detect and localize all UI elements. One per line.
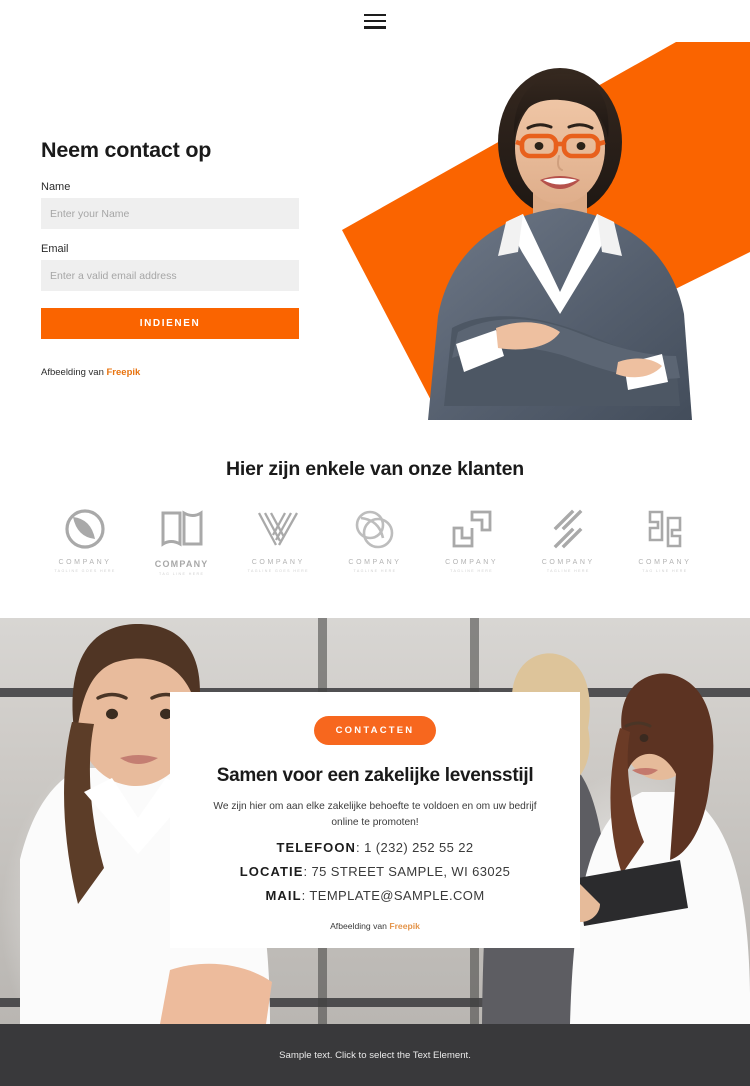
contact-photo-section: CONTACTEN Samen voor een zakelijke leven… <box>0 618 750 1024</box>
client-logo-4-tagline: TAGLINE HERE <box>353 569 397 573</box>
card-credit-link[interactable]: Freepik <box>389 921 420 931</box>
client-logo-2[interactable]: COMPANY TAG LINE HERE <box>139 507 225 576</box>
hero-credit-prefix: Afbeelding van <box>41 367 107 378</box>
two-squares-brackets-icon <box>450 507 494 551</box>
client-logo-5-name: COMPANY <box>445 559 499 566</box>
telefoon-line: TELEFOON: 1 (232) 252 55 22 <box>170 840 580 855</box>
locatie-value: 75 STREET SAMPLE, WI 63025 <box>311 863 511 879</box>
telefoon-value: 1 (232) 252 55 22 <box>364 839 474 855</box>
client-logo-6[interactable]: COMPANY TAGLINE HERE <box>525 507 611 576</box>
hamburger-bar-3 <box>364 25 386 29</box>
client-logo-6-name: COMPANY <box>541 559 595 566</box>
clients-title: Hier zijn enkele van onze klanten <box>226 458 524 480</box>
hamburger-bar-1 <box>364 13 386 17</box>
client-logo-2-name: COMPANY <box>154 559 209 569</box>
name-input[interactable] <box>41 198 299 229</box>
overlapping-leaf-circle-icon <box>64 507 106 551</box>
submit-button[interactable]: INDIENEN <box>41 308 299 339</box>
form-title: Neem contact op <box>41 138 212 162</box>
locatie-separator: : <box>303 863 312 879</box>
client-logo-3-name: COMPANY <box>251 559 305 566</box>
client-logo-5[interactable]: COMPANY TAGLINE HERE <box>429 507 515 576</box>
diagonal-stripes-icon <box>548 507 588 551</box>
telefoon-separator: : <box>356 839 365 855</box>
striped-v-chevron-icon <box>255 507 301 551</box>
client-logo-3[interactable]: COMPANY TAGLINE GOES HERE <box>235 507 321 576</box>
site-footer: Sample text. Click to select the Text El… <box>0 1024 750 1086</box>
mail-line: MAIL: TEMPLATE@SAMPLE.COM <box>170 888 580 903</box>
card-credit-prefix: Afbeelding van <box>330 920 390 931</box>
locatie-label: LOCATIE <box>239 863 304 879</box>
contact-card-title: Samen voor een zakelijke levensstijl <box>216 765 534 786</box>
page-root: Neem contact op Name Email INDIENEN Afbe… <box>0 0 750 1086</box>
hamburger-bar-2 <box>364 19 386 23</box>
site-header <box>0 0 750 42</box>
mirrored-letterform-icon <box>644 507 686 551</box>
client-logo-7-tagline: TAG LINE HERE <box>642 569 688 573</box>
client-logo-1-name: COMPANY <box>58 559 112 566</box>
client-logo-7[interactable]: COMPANY TAG LINE HERE <box>622 507 708 576</box>
mail-label: MAIL <box>265 887 302 903</box>
hamburger-menu-icon[interactable] <box>364 13 386 29</box>
mail-value: TEMPLATE@SAMPLE.COM <box>309 887 485 903</box>
locatie-line: LOCATIE: 75 STREET SAMPLE, WI 63025 <box>170 864 580 879</box>
client-logo-row: COMPANY TAGLINE GOES HERE COMPANY TAG LI… <box>0 481 750 576</box>
client-logo-5-tagline: TAGLINE HERE <box>450 569 494 573</box>
email-field-label: Email <box>41 243 69 255</box>
client-logo-1[interactable]: COMPANY TAGLINE GOES HERE <box>42 507 128 576</box>
client-logo-6-tagline: TAGLINE HERE <box>546 569 590 573</box>
client-logo-2-tagline: TAG LINE HERE <box>159 572 205 576</box>
name-field-label: Name <box>41 181 71 193</box>
double-circle-loop-icon <box>353 507 397 551</box>
telefoon-label: TELEFOON <box>276 839 357 855</box>
email-input[interactable] <box>41 260 299 291</box>
client-logo-7-name: COMPANY <box>638 559 692 566</box>
contact-card-subtitle: We zijn hier om aan elke zakelijke behoe… <box>213 801 537 828</box>
contact-card: CONTACTEN Samen voor een zakelijke leven… <box>170 692 580 948</box>
foreground-woman-right <box>560 673 750 1024</box>
hero-section: Neem contact op Name Email INDIENEN Afbe… <box>0 42 750 420</box>
hero-businesswoman-image <box>428 68 692 420</box>
hero-credit-link[interactable]: Freepik <box>107 367 141 378</box>
clients-section: Hier zijn enkele van onze klanten COMPAN… <box>0 420 750 618</box>
hero-image-credit: Afbeelding van Freepik <box>41 367 299 378</box>
footer-sample-text[interactable]: Sample text. Click to select the Text El… <box>279 1050 471 1061</box>
client-logo-4-name: COMPANY <box>348 559 402 566</box>
contact-form: Neem contact op Name Email INDIENEN Afbe… <box>41 138 299 378</box>
client-logo-3-tagline: TAGLINE GOES HERE <box>247 569 309 573</box>
open-book-pages-icon <box>159 507 205 551</box>
card-image-credit: Afbeelding van Freepik <box>170 921 580 931</box>
client-logo-4[interactable]: COMPANY TAGLINE HERE <box>332 507 418 576</box>
contacten-badge[interactable]: CONTACTEN <box>313 716 437 745</box>
client-logo-1-tagline: TAGLINE GOES HERE <box>54 569 116 573</box>
